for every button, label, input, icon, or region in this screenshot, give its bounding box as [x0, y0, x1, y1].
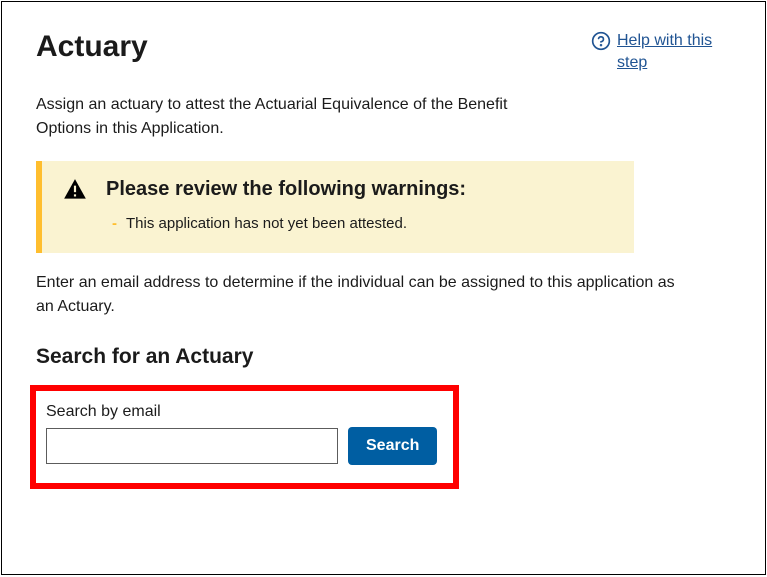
help-link[interactable]: Help with this step — [591, 30, 731, 75]
search-heading: Search for an Actuary — [36, 345, 731, 369]
header-row: Actuary Help with this step — [36, 30, 731, 75]
warning-list: This application has not yet been attest… — [62, 213, 614, 236]
highlight-annotation: Search by email Search — [30, 385, 459, 489]
help-link-text: Help with this step — [617, 30, 731, 75]
warning-header: Please review the following warnings: — [62, 177, 614, 203]
page-title: Actuary — [36, 30, 148, 63]
search-button[interactable]: Search — [348, 427, 437, 465]
warning-icon — [62, 177, 88, 203]
help-icon — [591, 31, 611, 51]
search-email-input[interactable] — [46, 428, 338, 464]
intro-text: Assign an actuary to attest the Actuaria… — [36, 93, 556, 141]
search-field-row: Search — [46, 427, 437, 465]
instruction-text: Enter an email address to determine if t… — [36, 271, 676, 319]
page-container: Actuary Help with this step Assign an ac… — [1, 1, 766, 575]
warning-box: Please review the following warnings: Th… — [36, 161, 634, 254]
warning-item: This application has not yet been attest… — [112, 213, 614, 236]
warning-title: Please review the following warnings: — [106, 178, 466, 201]
search-email-label: Search by email — [46, 403, 437, 421]
